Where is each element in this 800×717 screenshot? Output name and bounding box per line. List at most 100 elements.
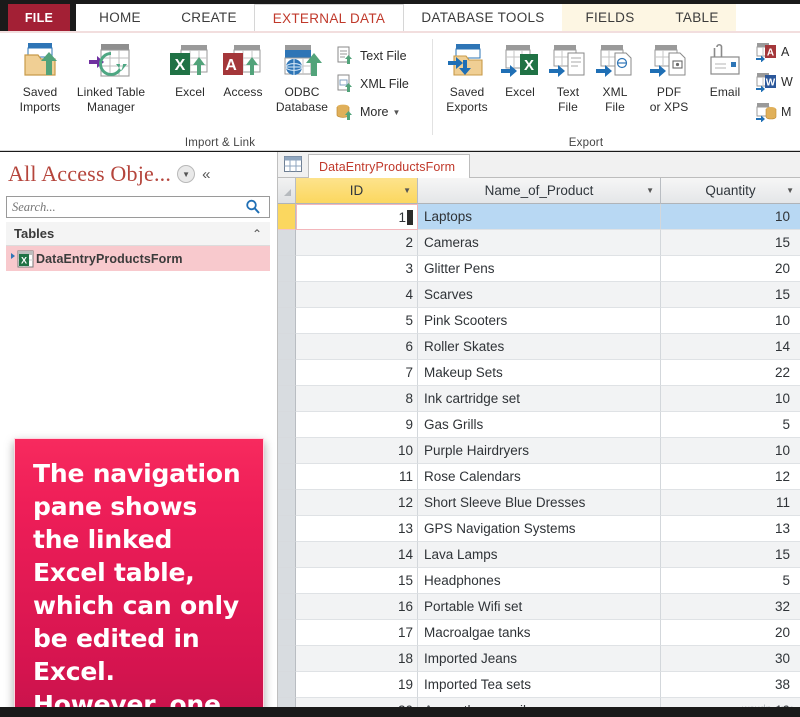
table-row[interactable]: 10 Purple Hairdryers 10 [278,438,800,464]
table-row[interactable]: 2 Cameras 15 [278,230,800,256]
record-selector[interactable] [278,386,296,412]
table-row[interactable]: 13 GPS Navigation Systems 13 [278,516,800,542]
xml-file-export-button[interactable]: XML File [588,39,642,129]
cell-quantity[interactable]: 10 [661,204,800,230]
email-export-button[interactable]: Email [698,39,752,129]
more-import-button[interactable]: More ▼ [333,99,400,125]
column-header-name-of-product[interactable]: Name_of_Product ▼ [418,178,661,204]
cell-name-of-product[interactable]: Pink Scooters [418,308,661,334]
chevron-down-icon[interactable]: ▼ [177,165,196,183]
cell-name-of-product[interactable]: Glitter Pens [418,256,661,282]
more-export-button[interactable]: M [754,99,791,125]
cell-quantity[interactable]: 10 [661,308,800,334]
cell-id[interactable]: 6 [296,334,418,360]
table-row[interactable]: 11 Rose Calendars 12 [278,464,800,490]
table-row[interactable]: 9 Gas Grills 5 [278,412,800,438]
cell-id[interactable]: 5 [296,308,418,334]
document-tab[interactable]: DataEntryProductsForm [308,154,471,178]
cell-quantity[interactable]: 20 [661,256,800,282]
record-selector[interactable] [278,360,296,386]
table-row[interactable]: 15 Headphones 5 [278,568,800,594]
odbc-database-button[interactable]: ODBC Database [266,39,338,129]
table-row[interactable]: 12 Short Sleeve Blue Dresses 11 [278,490,800,516]
access-export-button[interactable]: A A [754,39,789,65]
sidebar-item-dataentryproductsform[interactable]: X DataEntryProductsForm [6,246,270,271]
table-row[interactable]: 6 Roller Skates 14 [278,334,800,360]
cell-quantity[interactable]: 13 [661,516,800,542]
cell-name-of-product[interactable]: Short Sleeve Blue Dresses [418,490,661,516]
chevron-down-icon[interactable]: ▼ [403,186,411,195]
cell-id[interactable]: 14 [296,542,418,568]
cell-name-of-product[interactable]: Imported Jeans [418,646,661,672]
cell-id[interactable]: 4 [296,282,418,308]
record-selector[interactable] [278,464,296,490]
record-selector[interactable] [278,646,296,672]
record-selector[interactable] [278,672,296,698]
cell-quantity[interactable]: 15 [661,282,800,308]
double-chevron-up-icon[interactable]: ⌃ [252,227,262,241]
cell-name-of-product[interactable]: Laptops [418,204,661,230]
record-selector[interactable] [278,594,296,620]
record-selector[interactable] [278,204,296,230]
record-selector[interactable] [278,542,296,568]
cell-quantity[interactable]: 10 [661,438,800,464]
cell-id[interactable]: 7 [296,360,418,386]
table-row[interactable]: 3 Glitter Pens 20 [278,256,800,282]
table-row[interactable]: 5 Pink Scooters 10 [278,308,800,334]
table-row[interactable]: 8 Ink cartridge set 10 [278,386,800,412]
excel-export-button[interactable]: X Excel [492,39,548,129]
cell-quantity[interactable]: 11 [661,490,800,516]
cell-quantity[interactable]: 14 [661,334,800,360]
cell-name-of-product[interactable]: Rose Calendars [418,464,661,490]
access-import-button[interactable]: A Access [212,39,274,129]
cell-quantity[interactable]: 20 [661,620,800,646]
cell-id[interactable]: 18 [296,646,418,672]
word-export-button[interactable]: W W [754,69,793,95]
cell-name-of-product[interactable]: Cameras [418,230,661,256]
record-selector[interactable] [278,282,296,308]
cell-name-of-product[interactable]: Scarves [418,282,661,308]
cell-quantity[interactable]: 15 [661,230,800,256]
cell-name-of-product[interactable]: GPS Navigation Systems [418,516,661,542]
cell-quantity[interactable]: 30 [661,646,800,672]
double-chevron-left-icon[interactable]: « [202,166,210,183]
cell-id[interactable]: 12 [296,490,418,516]
record-selector[interactable] [278,230,296,256]
cell-id[interactable]: 19 [296,672,418,698]
cell-id[interactable]: 11 [296,464,418,490]
cell-name-of-product[interactable]: Lava Lamps [418,542,661,568]
tab-table[interactable]: TABLE [658,4,736,31]
cell-id[interactable]: 15 [296,568,418,594]
cell-name-of-product[interactable]: Makeup Sets [418,360,661,386]
cell-quantity[interactable]: 15 [661,542,800,568]
cell-id[interactable]: 10 [296,438,418,464]
cell-quantity[interactable]: 5 [661,568,800,594]
record-selector[interactable] [278,568,296,594]
record-selector[interactable] [278,438,296,464]
table-row[interactable]: 18 Imported Jeans 30 [278,646,800,672]
cell-name-of-product[interactable]: Gas Grills [418,412,661,438]
table-row[interactable]: 1 Laptops 10 [278,204,800,230]
column-header-quantity[interactable]: Quantity ▼ [661,178,800,204]
column-header-id[interactable]: ID ▼ [296,178,418,204]
tab-database-tools[interactable]: DATABASE TOOLS [404,4,562,31]
cell-id[interactable]: 9 [296,412,418,438]
tab-create[interactable]: CREATE [164,4,254,31]
chevron-down-icon[interactable]: ▼ [646,186,654,195]
record-selector[interactable] [278,620,296,646]
record-selector[interactable] [278,516,296,542]
pdf-or-xps-export-button[interactable]: PDF or XPS [638,39,700,129]
cell-id[interactable]: 17 [296,620,418,646]
cell-name-of-product[interactable]: Portable Wifi set [418,594,661,620]
nav-group-header-tables[interactable]: Tables ⌃ [6,222,270,246]
cell-name-of-product[interactable]: Purple Hairdryers [418,438,661,464]
cell-id[interactable]: 13 [296,516,418,542]
record-selector[interactable] [278,490,296,516]
table-row[interactable]: 17 Macroalgae tanks 20 [278,620,800,646]
table-row[interactable]: 14 Lava Lamps 15 [278,542,800,568]
linked-table-manager-button[interactable]: Linked Table Manager [62,39,160,129]
record-selector[interactable] [278,334,296,360]
cell-quantity[interactable]: 22 [661,360,800,386]
tab-file[interactable]: FILE [8,4,70,31]
search-icon[interactable] [245,199,269,215]
